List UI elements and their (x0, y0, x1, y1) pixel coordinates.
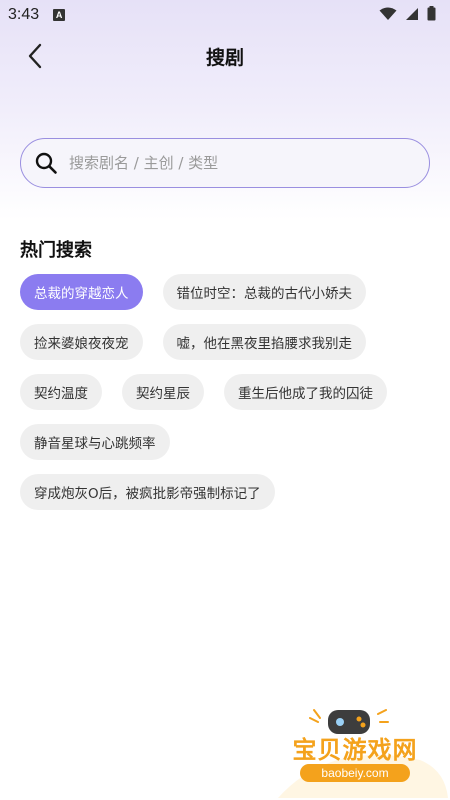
hot-search-title: 热门搜索 (20, 240, 92, 261)
status-icons (379, 5, 436, 25)
hot-search-tag[interactable]: 总裁的穿越恋人 (20, 274, 143, 310)
hot-search-tag[interactable]: 嘘，他在黑夜里掐腰求我别走 (162, 324, 366, 360)
hot-search-tag[interactable]: 契约温度 (20, 374, 102, 410)
status-bar: 3:43 A (0, 0, 450, 30)
search-box[interactable] (20, 138, 430, 188)
hot-search-tag[interactable]: 重生后他成了我的囚徒 (224, 374, 387, 410)
hot-search-tag[interactable]: 契约星辰 (122, 374, 204, 410)
watermark-logo: 宝贝游戏网 baobeiy.com (270, 700, 450, 800)
watermark-title: 宝贝游戏网 (292, 736, 418, 764)
chevron-left-icon (28, 43, 42, 69)
hot-search-tag[interactable]: 穿成炮灰O后，被疯批影帝强制标记了 (20, 474, 275, 510)
wifi-icon (379, 6, 397, 25)
notification-icon: A (53, 9, 66, 21)
back-button[interactable] (22, 42, 48, 70)
hot-search-tag[interactable]: 静音星球与心跳频率 (20, 424, 170, 460)
hot-search-tag[interactable]: 错位时空：总裁的古代小娇夫 (162, 274, 366, 310)
signal-icon (405, 6, 419, 25)
hot-search-tags: 总裁的穿越恋人 错位时空：总裁的古代小娇夫 捡来婆娘夜夜宠 嘘，他在黑夜里掐腰求… (20, 274, 430, 510)
hot-search-tag[interactable]: 捡来婆娘夜夜宠 (20, 324, 143, 360)
status-time: 3:43 (8, 6, 40, 23)
header: 搜剧 (0, 30, 450, 82)
watermark-url: baobeiy.com (300, 764, 410, 782)
page-title: 搜剧 (205, 46, 244, 69)
battery-icon (427, 5, 436, 25)
search-icon (33, 150, 59, 176)
search-input[interactable] (69, 154, 399, 172)
